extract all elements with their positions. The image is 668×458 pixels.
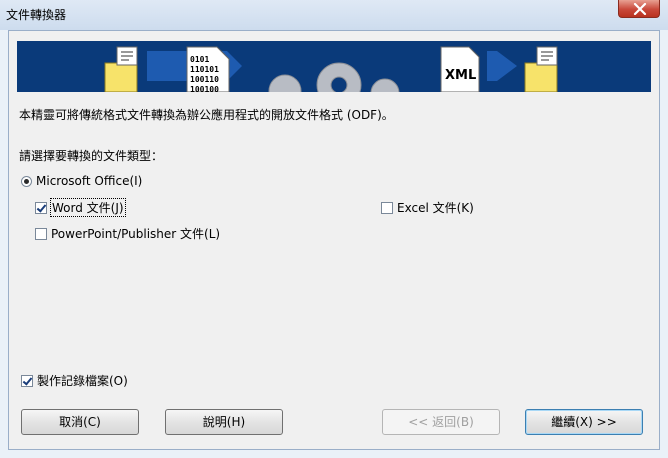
powerpoint-checkbox[interactable]: PowerPoint/Publisher 文件(L): [35, 225, 220, 242]
word-checkbox-box[interactable]: [35, 201, 47, 214]
help-button[interactable]: 說明(H): [165, 409, 283, 435]
powerpoint-label: PowerPoint/Publisher 文件(L): [51, 227, 221, 241]
svg-text:0101: 0101: [190, 55, 209, 64]
close-button[interactable]: [618, 0, 660, 18]
svg-text:100100: 100100: [190, 85, 219, 92]
excel-checkbox-box[interactable]: [381, 201, 393, 214]
svg-text:XML: XML: [445, 68, 476, 83]
microsoft-office-radio[interactable]: Microsoft Office(I): [21, 174, 142, 188]
log-file-checkbox-box[interactable]: [21, 374, 33, 387]
svg-text:110101: 110101: [190, 65, 219, 74]
folder-icon: [104, 46, 138, 92]
excel-checkbox[interactable]: Excel 文件(K): [381, 199, 474, 216]
close-icon: [633, 3, 647, 15]
word-checkbox[interactable]: Word 文件(J): [35, 198, 126, 217]
binary-document-icon: 0101 110101 100110 100100: [186, 46, 230, 92]
wizard-banner: 0101 110101 100110 100100 XML: [17, 41, 651, 92]
document-type-prompt: 請選擇要轉換的文件類型：: [19, 149, 164, 163]
back-button[interactable]: << 返回(B): [382, 409, 500, 435]
title-bar: 文件轉換器: [0, 0, 668, 30]
svg-text:100110: 100110: [190, 75, 219, 84]
next-button[interactable]: 繼續(X) >>: [525, 409, 643, 435]
wizard-description: 本精靈可將傳統格式文件轉換為辦公應用程式的開放文件格式 (ODF)。: [19, 108, 394, 122]
radio-indicator[interactable]: [21, 175, 32, 187]
excel-label: Excel 文件(K): [397, 201, 474, 215]
log-file-checkbox[interactable]: 製作記錄檔案(O): [21, 372, 128, 389]
window-title: 文件轉換器: [6, 8, 67, 22]
folder-icon: [524, 46, 558, 92]
microsoft-office-label: Microsoft Office(I): [36, 174, 143, 188]
log-file-label: 製作記錄檔案(O): [37, 374, 128, 388]
word-label: Word 文件(J): [50, 198, 126, 217]
dialog-client: 0101 110101 100110 100100 XML 本精靈可將傳統格式文…: [8, 30, 660, 450]
gear-icon: [268, 62, 400, 92]
xml-document-icon: XML: [440, 46, 480, 92]
cancel-button[interactable]: 取消(C): [21, 409, 139, 435]
powerpoint-checkbox-box[interactable]: [35, 227, 47, 240]
